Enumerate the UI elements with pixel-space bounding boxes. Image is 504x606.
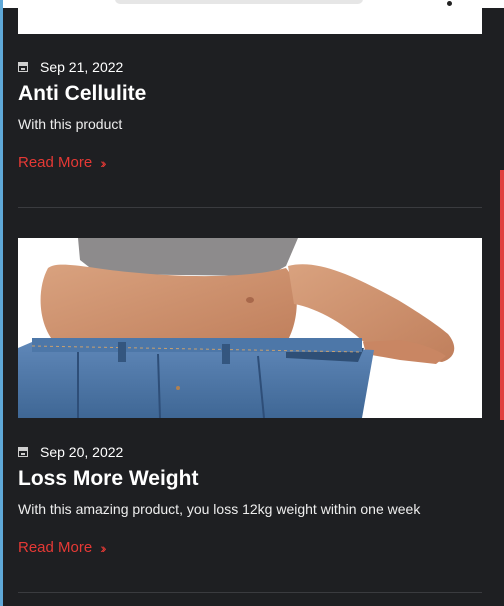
blog-post: Sep 21, 2022 Anti Cellulite With this pr…	[18, 58, 482, 172]
read-more-label: Read More	[18, 539, 93, 556]
post-divider	[18, 592, 482, 593]
post-excerpt: With this product	[18, 116, 123, 132]
blog-post: Sep 20, 2022 Loss More Weight With this …	[18, 443, 482, 557]
header-dot-icon	[447, 1, 452, 6]
weight-loss-jeans-photo	[18, 238, 482, 418]
left-edge-strip	[0, 0, 3, 606]
calendar-icon	[18, 447, 28, 457]
post-divider	[18, 207, 482, 208]
post-meta: Sep 20, 2022	[18, 443, 482, 461]
search-pill[interactable]	[115, 0, 363, 4]
chevron-double-right-icon: ››	[100, 155, 107, 171]
calendar-icon	[18, 62, 28, 72]
post-title[interactable]: Anti Cellulite	[18, 81, 482, 107]
read-more-label: Read More	[18, 154, 93, 171]
scrollbar-thumb[interactable]	[500, 170, 504, 420]
top-header-bar	[3, 0, 504, 8]
read-more-link[interactable]: Read More ››	[18, 154, 107, 172]
post-meta: Sep 21, 2022	[18, 58, 482, 76]
post-date: Sep 21, 2022	[40, 59, 124, 75]
post-date: Sep 20, 2022	[40, 444, 124, 460]
post-title[interactable]: Loss More Weight	[18, 466, 482, 492]
chevron-double-right-icon: ››	[100, 540, 107, 556]
post-featured-image[interactable]	[18, 238, 482, 418]
post-excerpt: With this amazing product, you loss 12kg…	[18, 501, 421, 517]
previous-post-image[interactable]	[18, 8, 482, 34]
read-more-link[interactable]: Read More ››	[18, 539, 107, 557]
